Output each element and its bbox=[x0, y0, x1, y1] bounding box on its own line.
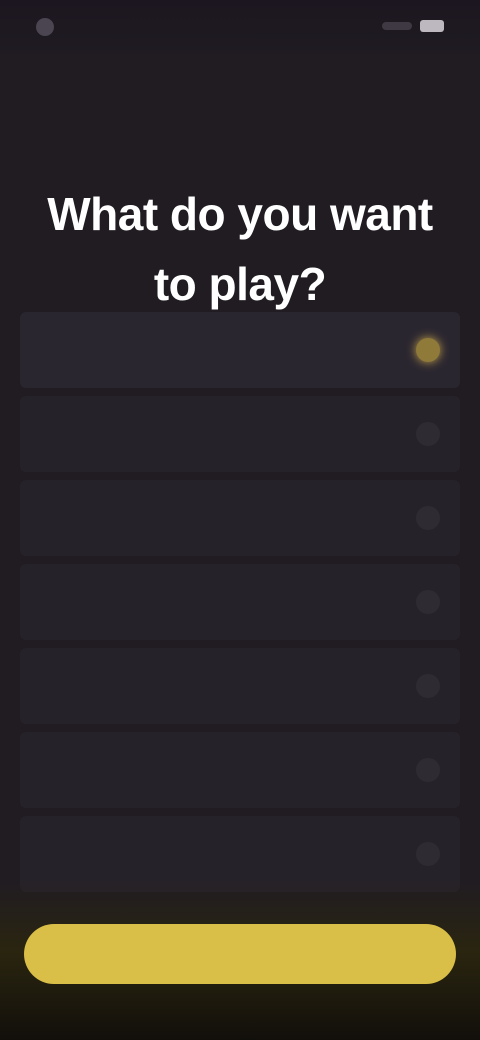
option-item[interactable] bbox=[20, 564, 460, 640]
option-item[interactable] bbox=[20, 396, 460, 472]
check-icon bbox=[416, 590, 440, 614]
signal-icon bbox=[382, 22, 412, 30]
check-icon bbox=[416, 338, 440, 362]
option-item[interactable] bbox=[20, 732, 460, 808]
check-icon bbox=[416, 422, 440, 446]
option-item[interactable] bbox=[20, 480, 460, 556]
page-title: What do you want to play? bbox=[47, 187, 433, 310]
top-bar bbox=[0, 80, 480, 112]
status-right bbox=[382, 20, 444, 32]
status-bar bbox=[0, 0, 480, 60]
status-left bbox=[36, 18, 62, 36]
option-item[interactable] bbox=[20, 312, 460, 388]
check-icon bbox=[416, 758, 440, 782]
option-item[interactable] bbox=[20, 648, 460, 724]
app-logo-icon bbox=[36, 18, 54, 36]
battery-icon bbox=[420, 20, 444, 32]
check-icon bbox=[416, 506, 440, 530]
check-icon bbox=[416, 842, 440, 866]
options-list bbox=[20, 312, 460, 900]
continue-button[interactable] bbox=[24, 924, 456, 984]
check-icon bbox=[416, 674, 440, 698]
